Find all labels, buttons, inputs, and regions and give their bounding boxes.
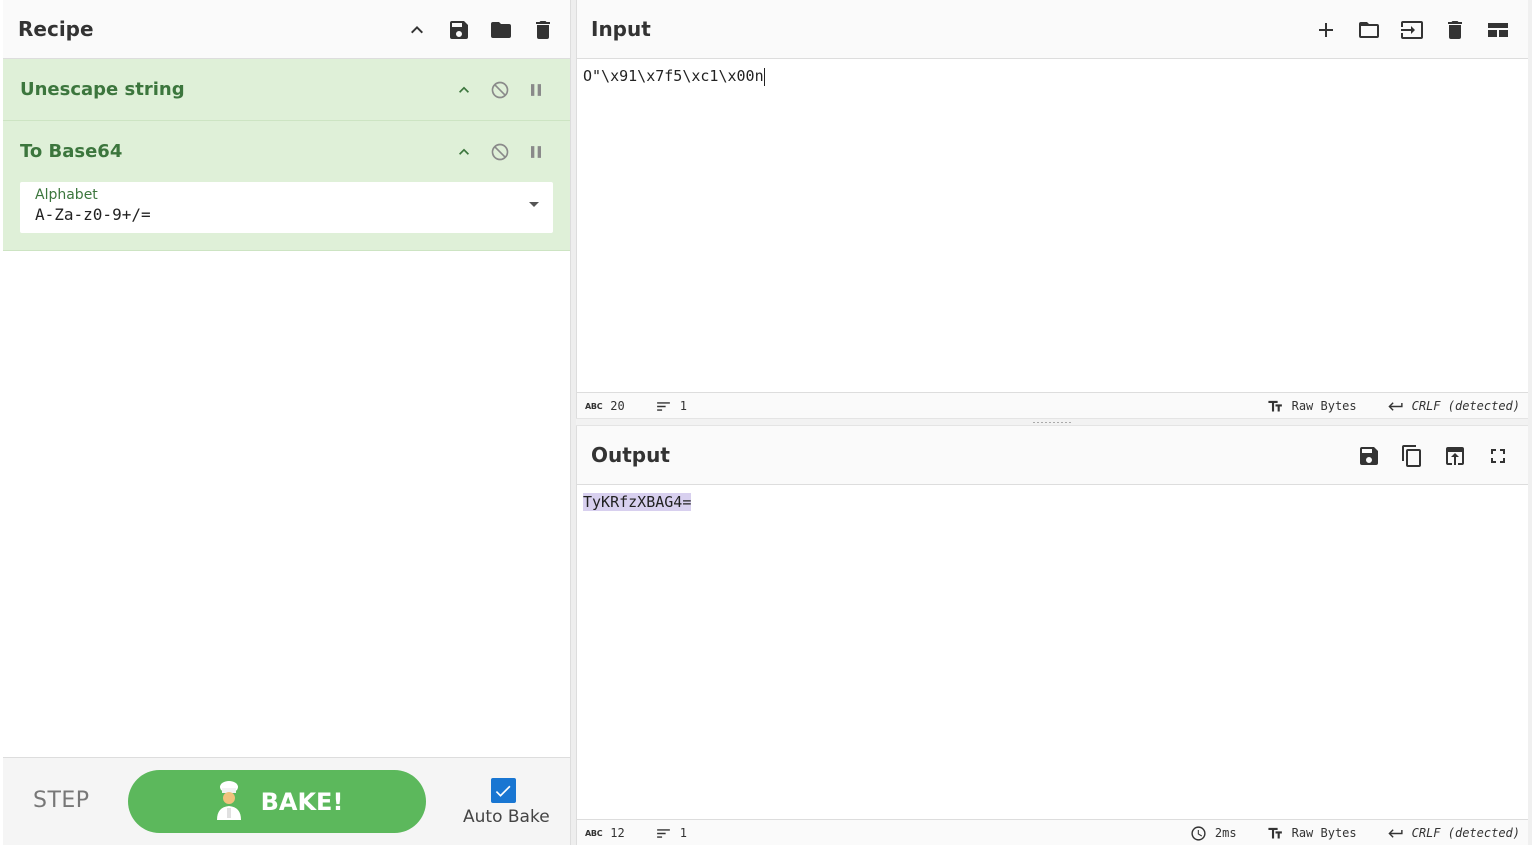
chevron-up-icon[interactable]: [454, 142, 474, 162]
text-encoding-icon[interactable]: [1267, 825, 1284, 842]
pause-breakpoint-icon[interactable]: [526, 142, 546, 162]
copy-output-icon[interactable]: [1400, 444, 1424, 468]
alphabet-label: Alphabet: [35, 187, 98, 203]
disable-operation-icon[interactable]: [490, 80, 510, 100]
char-count-icon: ABC: [585, 401, 603, 411]
input-line-count: 1: [679, 399, 687, 413]
save-recipe-icon[interactable]: [447, 18, 471, 42]
eol-return-icon[interactable]: [1387, 825, 1404, 842]
output-eol[interactable]: CRLF (detected): [1412, 826, 1520, 840]
input-header: Input: [577, 0, 1528, 59]
output-line-count: 1: [679, 826, 687, 840]
recipe-controls: STEP BAKE! Auto Bake: [3, 757, 570, 845]
bake-button[interactable]: BAKE!: [128, 770, 426, 833]
chevron-up-icon[interactable]: [405, 18, 429, 42]
output-encoding[interactable]: Raw Bytes: [1292, 826, 1357, 840]
output-textarea[interactable]: TyKRfzXBAG4=: [577, 485, 1528, 818]
text-encoding-icon[interactable]: [1267, 398, 1284, 415]
maximise-output-icon[interactable]: [1486, 444, 1510, 468]
input-title: Input: [591, 17, 651, 41]
eol-return-icon[interactable]: [1387, 398, 1404, 415]
output-text: TyKRfzXBAG4=: [583, 493, 692, 511]
input-textarea[interactable]: O"\x91\x7f5\xc1\x00n: [577, 59, 1528, 392]
io-resize-gutter[interactable]: [576, 418, 1528, 426]
pause-breakpoint-icon[interactable]: [526, 80, 546, 100]
input-eol[interactable]: CRLF (detected): [1412, 399, 1520, 413]
alphabet-value: A-Za-z0-9+/=: [35, 205, 151, 224]
open-file-input-icon[interactable]: [1400, 18, 1424, 42]
input-text: O"\x91\x7f5\xc1\x00n: [583, 67, 764, 85]
output-char-count: 12: [610, 826, 625, 840]
chevron-up-icon[interactable]: [454, 80, 474, 100]
alphabet-select[interactable]: Alphabet A-Za-z0-9+/=: [20, 182, 553, 233]
save-output-icon[interactable]: [1357, 444, 1381, 468]
open-folder-icon[interactable]: [1357, 18, 1381, 42]
text-cursor: [763, 67, 765, 86]
output-title: Output: [591, 443, 670, 467]
operation-name: Unescape string: [20, 79, 185, 100]
recipe-header: Recipe: [3, 0, 570, 59]
output-pane: Output TyKRfzXBAG4= ABC 12 1 2ms Raw Byt…: [576, 426, 1528, 845]
line-count-icon: [655, 398, 672, 415]
input-pane: Input O"\x91\x7f5\xc1\x00n ABC 20 1 Raw …: [576, 0, 1528, 418]
char-count-icon: ABC: [585, 828, 603, 838]
reset-layout-icon[interactable]: [1486, 18, 1510, 42]
bake-label: BAKE!: [260, 787, 344, 816]
dropdown-caret-icon[interactable]: [529, 202, 539, 207]
line-count-icon: [655, 825, 672, 842]
disable-operation-icon[interactable]: [490, 142, 510, 162]
auto-bake-checkbox[interactable]: [490, 778, 516, 803]
clear-input-trash-icon[interactable]: [1443, 18, 1467, 42]
input-encoding[interactable]: Raw Bytes: [1292, 399, 1357, 413]
operation-unescape-string[interactable]: Unescape string: [3, 59, 570, 121]
input-status-bar: ABC 20 1 Raw Bytes CRLF (detected): [577, 392, 1528, 418]
add-tab-plus-icon[interactable]: [1314, 18, 1338, 42]
auto-bake-label: Auto Bake: [463, 807, 550, 827]
auto-bake-toggle[interactable]: Auto Bake: [463, 778, 550, 827]
chef-icon: [211, 780, 247, 824]
cyberchef-app: Recipe Unescape string To Base64 Alphabe…: [0, 0, 1532, 845]
window-edge: [1528, 0, 1532, 845]
output-status-bar: ABC 12 1 2ms Raw Bytes CRLF (detected): [577, 819, 1528, 845]
clear-recipe-trash-icon[interactable]: [531, 18, 555, 42]
recipe-title: Recipe: [18, 17, 94, 41]
operation-to-base64[interactable]: To Base64 Alphabet A-Za-z0-9+/=: [3, 121, 570, 251]
step-button[interactable]: STEP: [33, 788, 90, 813]
bake-time: 2ms: [1214, 826, 1237, 840]
input-char-count: 20: [610, 399, 625, 413]
clock-icon: [1190, 825, 1207, 842]
load-recipe-folder-icon[interactable]: [489, 18, 513, 42]
operation-name: To Base64: [20, 141, 123, 162]
replace-input-with-output-icon[interactable]: [1443, 444, 1467, 468]
recipe-panel: Recipe Unescape string To Base64 Alphabe…: [3, 0, 571, 845]
output-header: Output: [577, 426, 1528, 485]
